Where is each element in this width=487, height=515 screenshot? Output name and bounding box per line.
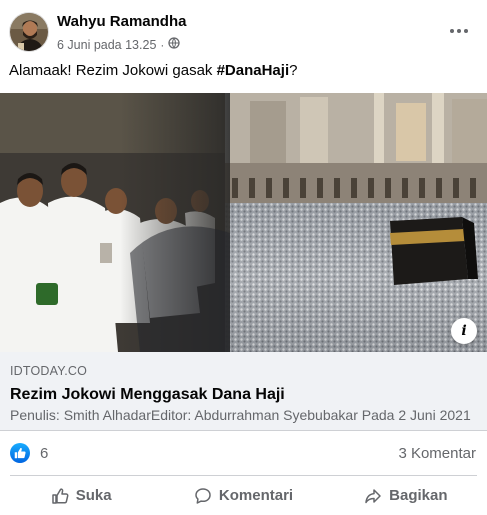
link-preview-footer[interactable]: IDTODAY.CO Rezim Jokowi Menggasak Dana H… (0, 352, 487, 431)
link-preview-image[interactable]: i (0, 93, 487, 352)
comment-icon (194, 487, 212, 505)
comment-count[interactable]: 3 Komentar (398, 445, 476, 462)
meta-separator: · (160, 37, 165, 52)
post-text: Alamaak! Rezim Jokowi gasak #DanaHaji? (9, 62, 297, 79)
globe-icon[interactable] (168, 37, 181, 52)
dot-icon (464, 29, 468, 33)
comment-label: Komentari (218, 487, 294, 504)
avatar[interactable] (9, 12, 49, 52)
facebook-post: Wahyu Ramandha 6 Juni pada 13.25 · Alama… (0, 0, 487, 515)
comment-button[interactable]: Komentari (162, 478, 324, 513)
like-icon (10, 443, 30, 463)
like-button[interactable]: Suka (0, 478, 162, 513)
dot-icon (450, 29, 454, 33)
post-meta: 6 Juni pada 13.25 · (57, 37, 181, 52)
post-timestamp[interactable]: 6 Juni pada 13.25 (57, 38, 156, 52)
reaction-count: 6 (40, 444, 49, 462)
reaction-summary[interactable]: 6 (10, 443, 48, 463)
post-text-body: Alamaak! Rezim Jokowi gasak (9, 62, 217, 79)
action-bar: Suka Komentari Bagikan (0, 478, 487, 513)
share-button[interactable]: Bagikan (325, 478, 487, 513)
more-options-button[interactable] (447, 21, 471, 41)
share-label: Bagikan (389, 487, 448, 504)
link-domain: IDTODAY.CO (10, 364, 88, 378)
info-icon[interactable]: i (451, 318, 477, 344)
divider (10, 475, 477, 476)
like-label: Suka (75, 487, 112, 504)
thumbs-up-icon (51, 487, 69, 505)
share-icon (364, 487, 382, 505)
post-text-tail: ? (289, 62, 298, 79)
author-name[interactable]: Wahyu Ramandha (57, 13, 186, 30)
hashtag-link[interactable]: #DanaHaji (217, 62, 290, 79)
hajj-photo (0, 93, 487, 352)
link-description: Penulis: Smith AlhadarEditor: Abdurrahma… (10, 407, 471, 423)
dot-icon (457, 29, 461, 33)
link-title[interactable]: Rezim Jokowi Menggasak Dana Haji (10, 386, 285, 404)
